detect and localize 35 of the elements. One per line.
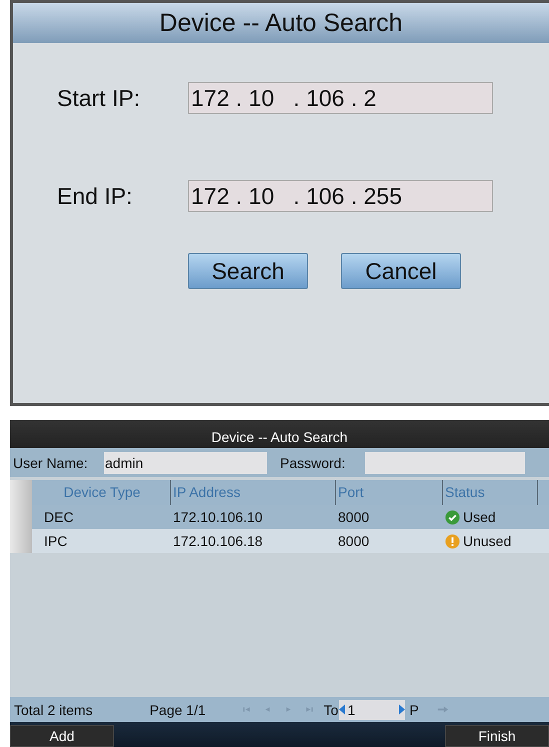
password-field[interactable] [365,452,525,474]
table-cell-text: 172.10.106.10 [172,509,264,525]
increment-icon[interactable] [399,704,406,715]
total-items-text: Total 2 items [13,702,93,718]
status-text: Unused [463,533,512,549]
page-text: Page 1/1 [148,702,206,718]
dialog-title: Device -- Auto Search [13,3,549,43]
decrement-icon[interactable] [339,704,346,715]
table-cell-text: DEC [43,509,75,525]
status-text: Used [463,509,496,525]
field-label: Start IP: [57,84,142,112]
warning-icon [445,534,460,548]
table-cell-text: IPC [43,533,68,549]
field-label: Password: [279,454,346,470]
table-cell-text: 172.10.106.18 [172,533,264,549]
page-number-field[interactable]: 1 [339,700,406,720]
table-cell-text: 8000 [337,533,370,549]
go-arrow-icon[interactable] [436,705,449,714]
table-cell-text: 8000 [337,509,370,525]
finish-button[interactable]: Finish [445,725,549,747]
field-label: End IP: [57,182,134,210]
cancel-button[interactable]: Cancel [341,253,461,289]
ip-field[interactable]: 172 . 10 . 106 . 2 [188,82,493,114]
table-row[interactable]: DEC 172.10.106.10 8000 Used [10,505,549,529]
add-button[interactable]: Add [10,725,114,747]
to-label: To [322,702,338,718]
ip-field[interactable]: 172 . 10 . 106 . 255 [188,180,493,212]
table-row[interactable]: IPC 172.10.106.18 8000 Unused [10,529,549,553]
search-button[interactable]: Search [188,253,308,289]
field-label: User Name: [12,454,89,470]
dialog-title: Device -- Auto Search [10,420,549,448]
check-icon [445,510,460,524]
page-unit-label: P [408,702,419,718]
row-checkbox[interactable] [10,529,32,553]
user-name-field[interactable]: admin [104,452,267,474]
